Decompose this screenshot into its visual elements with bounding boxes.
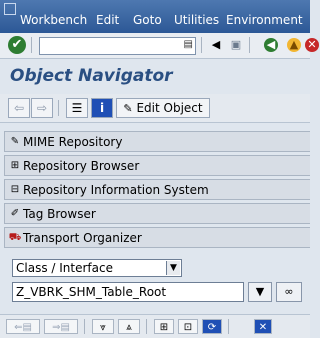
application-toolbar: ⇦ ⇨ ☰ i ✎ Edit Object (0, 94, 310, 123)
object-name-dropdown-button[interactable]: ▼ (248, 282, 272, 302)
tree-icon[interactable]: ⊞ (154, 319, 174, 334)
toolbar-separator (249, 37, 250, 53)
panel-label: Repository Information System (23, 183, 209, 197)
back-icon[interactable]: ◀ (209, 38, 223, 52)
toolbar-separator (84, 319, 85, 334)
next-object-icon[interactable]: ⇒▤ (44, 319, 78, 334)
back-nav-icon[interactable]: ◀ (264, 38, 278, 52)
edit-object-icon: ✎ (123, 102, 133, 115)
forward-arrow-icon[interactable]: ⇨ (31, 98, 53, 118)
chevron-down-icon: ▼ (255, 285, 265, 298)
panel-label: MIME Repository (23, 135, 123, 149)
glasses-icon: ∞ (284, 285, 294, 298)
hierarchy-icon[interactable]: ☰ (66, 98, 88, 118)
repository-info-icon: ⊟ (10, 184, 20, 195)
panel-label: Repository Browser (23, 159, 140, 173)
standard-toolbar: ✔ ▤ ◀ ▣ ◀ ▲ ✕ (0, 33, 319, 59)
command-history-icon[interactable]: ▤ (184, 39, 193, 50)
back-arrow-icon[interactable]: ⇦ (8, 98, 30, 118)
menu-utilities[interactable]: Utilities (174, 13, 219, 27)
expand-icon[interactable]: ⩓ (118, 319, 140, 334)
page-title: Object Navigator (10, 66, 173, 86)
object-name-input[interactable]: Z_VBRK_SHM_Table_Root (12, 282, 244, 302)
panel-repository-browser[interactable]: ⊞ Repository Browser (4, 155, 310, 176)
menu-bar: Workbench Edit Goto Utilities Environmen… (0, 0, 310, 33)
tag-browser-icon: ✐ (10, 208, 20, 219)
panel-label: Tag Browser (23, 207, 96, 221)
menu-environment[interactable]: Environment (226, 13, 303, 27)
edit-object-label: Edit Object (136, 101, 203, 115)
edit-object-button[interactable]: ✎ Edit Object (116, 98, 210, 118)
refresh-icon[interactable]: ⟳ (202, 319, 222, 334)
enter-icon[interactable]: ✔ (8, 36, 26, 54)
toolbar-separator (228, 319, 229, 334)
command-field[interactable]: ▤ (39, 37, 196, 55)
panel-repository-information-system[interactable]: ⊟ Repository Information System (4, 179, 310, 200)
chevron-down-icon[interactable]: ▼ (166, 261, 180, 275)
object-name-value: Z_VBRK_SHM_Table_Root (16, 285, 167, 299)
panel-transport-organizer[interactable]: ⛟ Transport Organizer (4, 227, 310, 248)
info-icon[interactable]: i (91, 98, 113, 118)
previous-object-icon[interactable]: ⇐▤ (6, 319, 40, 334)
menu-edit[interactable]: Edit (96, 13, 119, 27)
menu-goto[interactable]: Goto (133, 13, 162, 27)
menu-workbench[interactable]: Workbench (20, 13, 87, 27)
object-type-select[interactable]: Class / Interface ▼ (12, 259, 182, 277)
toolbar-separator (146, 319, 147, 334)
toolbar-separator (31, 37, 32, 53)
navigator-toolbar: ⇐▤ ⇒▤ ⩔ ⩓ ⊞ ⊡ ⟳ ✕ (0, 314, 310, 338)
mime-icon: ✎ (10, 136, 20, 147)
panel-tag-browser[interactable]: ✐ Tag Browser (4, 203, 310, 224)
display-button[interactable]: ∞ (276, 282, 302, 302)
exit-icon[interactable]: ▲ (287, 38, 301, 52)
close-icon[interactable]: ✕ (254, 319, 272, 334)
panel-label: Transport Organizer (23, 231, 142, 245)
object-type-value: Class / Interface (16, 261, 113, 275)
cancel-icon[interactable]: ✕ (305, 38, 319, 52)
toolbar-separator (201, 37, 202, 53)
transport-organizer-icon: ⛟ (8, 232, 22, 243)
tree-select-icon[interactable]: ⊡ (178, 319, 198, 334)
repository-browser-icon: ⊞ (10, 160, 20, 171)
toolbar-separator (58, 100, 59, 116)
collapse-icon[interactable]: ⩔ (92, 319, 114, 334)
system-menu-icon[interactable] (4, 3, 16, 15)
save-icon[interactable]: ▣ (229, 38, 243, 52)
panel-mime-repository[interactable]: ✎ MIME Repository (4, 131, 310, 152)
